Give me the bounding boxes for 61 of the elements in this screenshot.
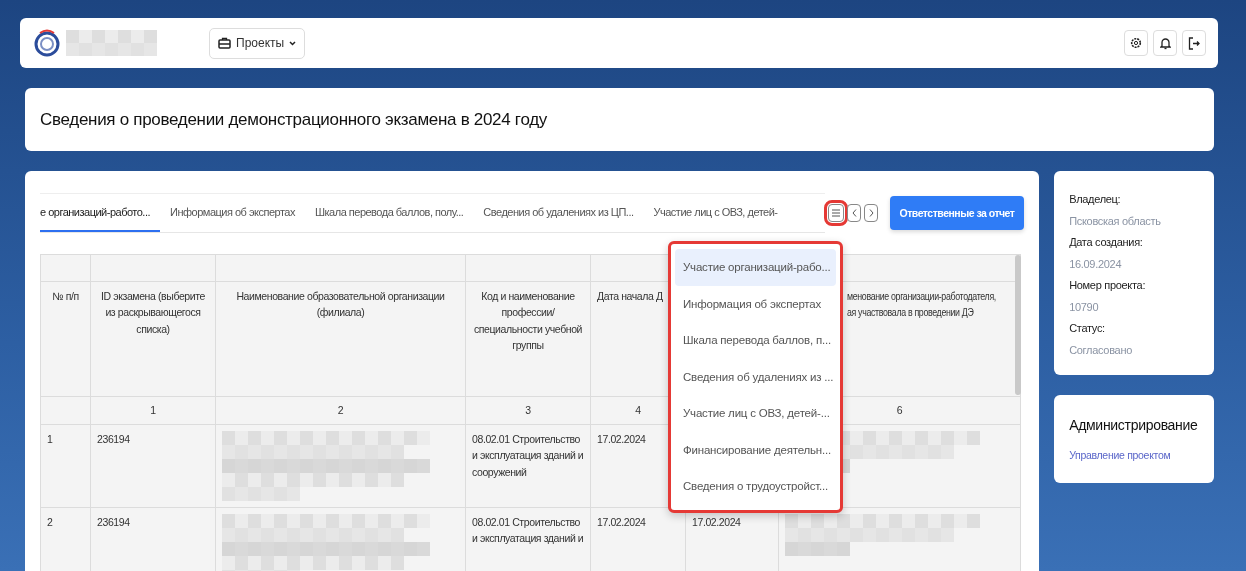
column-header: ID экзамена (выберите из раскрывающегося списка) (100, 289, 206, 337)
field-value: 16.09.2024 (1069, 256, 1123, 272)
card-title: Администрирование (1069, 417, 1199, 433)
chevron-down-icon (289, 40, 297, 46)
logout-button[interactable] (1182, 30, 1206, 56)
chevron-right-icon (868, 209, 874, 217)
menu-item[interactable]: Участие организаций-рабо... (675, 249, 836, 286)
menu-item[interactable]: Информация об экспертах (675, 285, 836, 322)
tab[interactable]: Шкала перевода баллов, полу... (304, 194, 474, 232)
column-header: № п/п (52, 289, 79, 304)
scroll-left-button[interactable] (847, 204, 861, 222)
column-header: менование организации-работодателя, (847, 288, 996, 305)
column-header: Наименование образовательной организации (филиала) (235, 289, 446, 321)
menu-item[interactable]: Сведения об удалениях из ... (675, 358, 836, 395)
report-button[interactable]: Ответственные за отчет (890, 196, 1024, 230)
column-number: 3 (525, 403, 531, 419)
projects-button[interactable]: Проекты (209, 27, 306, 59)
tab[interactable]: Информация об экспертах (160, 194, 305, 232)
notifications-button[interactable] (1153, 30, 1177, 56)
table-cell-text: 17.02.2024 (597, 515, 646, 530)
table-cell-text: 08.02.01 Строительство и эксплуатация зданий и (472, 515, 584, 547)
manage-project-link[interactable]: Управление проектом (1069, 449, 1171, 461)
menu-icon (832, 209, 840, 217)
tab[interactable]: Участие лиц с ОВЗ, детей- (643, 194, 788, 232)
table-cell-text: 17.02.2024 (597, 432, 646, 447)
bell-icon (1159, 36, 1171, 50)
menu-item[interactable]: Шкала перевода баллов, п... (675, 322, 836, 359)
briefcase-icon (218, 37, 231, 49)
column-number: 2 (337, 403, 344, 419)
column-header: ая участвовала в проведении ДЭ (847, 304, 974, 321)
column-number: 1 (150, 403, 156, 419)
tab[interactable]: е организаций-работо... (40, 194, 161, 232)
logo-icon (34, 28, 60, 58)
menu-item[interactable]: Финансирование деятельн... (675, 431, 836, 468)
page-title: Сведения о проведении демонстрационного экзамена в 2024 году (40, 109, 547, 130)
menu-item[interactable]: Сведения о трудоустройст... (675, 468, 836, 505)
table-cell-text: 1 (47, 432, 53, 447)
table-cell-text: 17.02.2024 (692, 515, 741, 530)
scroll-right-button[interactable] (864, 204, 878, 222)
table-cell-text: 236194 (97, 432, 130, 447)
table-cell-text: 08.02.01 Строительство и эксплуатация зданий и сооружений (472, 432, 584, 480)
column-number: 4 (635, 403, 641, 419)
column-header: Дата начала Д (597, 289, 663, 304)
field-label: Статус: (1069, 321, 1106, 336)
chevron-left-icon (851, 209, 857, 217)
column-number: 6 (896, 403, 903, 419)
menu-item[interactable]: Участие лиц с ОВЗ, детей-... (675, 395, 836, 432)
settings-button[interactable] (1124, 30, 1148, 56)
table-cell-text: 2 (47, 515, 53, 530)
field-label: Номер проекта: (1069, 278, 1147, 293)
logout-icon (1188, 36, 1200, 50)
scrollbar[interactable] (1015, 255, 1021, 395)
field-value: 10790 (1069, 299, 1100, 315)
field-value: Согласовано (1069, 342, 1133, 358)
field-label: Дата создания: (1069, 235, 1144, 250)
field-label: Владелец: (1069, 192, 1122, 207)
settings-icon (1130, 37, 1142, 49)
field-value: Псковская область (1069, 213, 1162, 229)
tab[interactable]: Сведения об удалениях из ЦП... (473, 194, 644, 232)
table-cell-text: 236194 (97, 515, 130, 530)
column-header: Код и наименование профессии/ специальности учебной группы (472, 289, 584, 353)
